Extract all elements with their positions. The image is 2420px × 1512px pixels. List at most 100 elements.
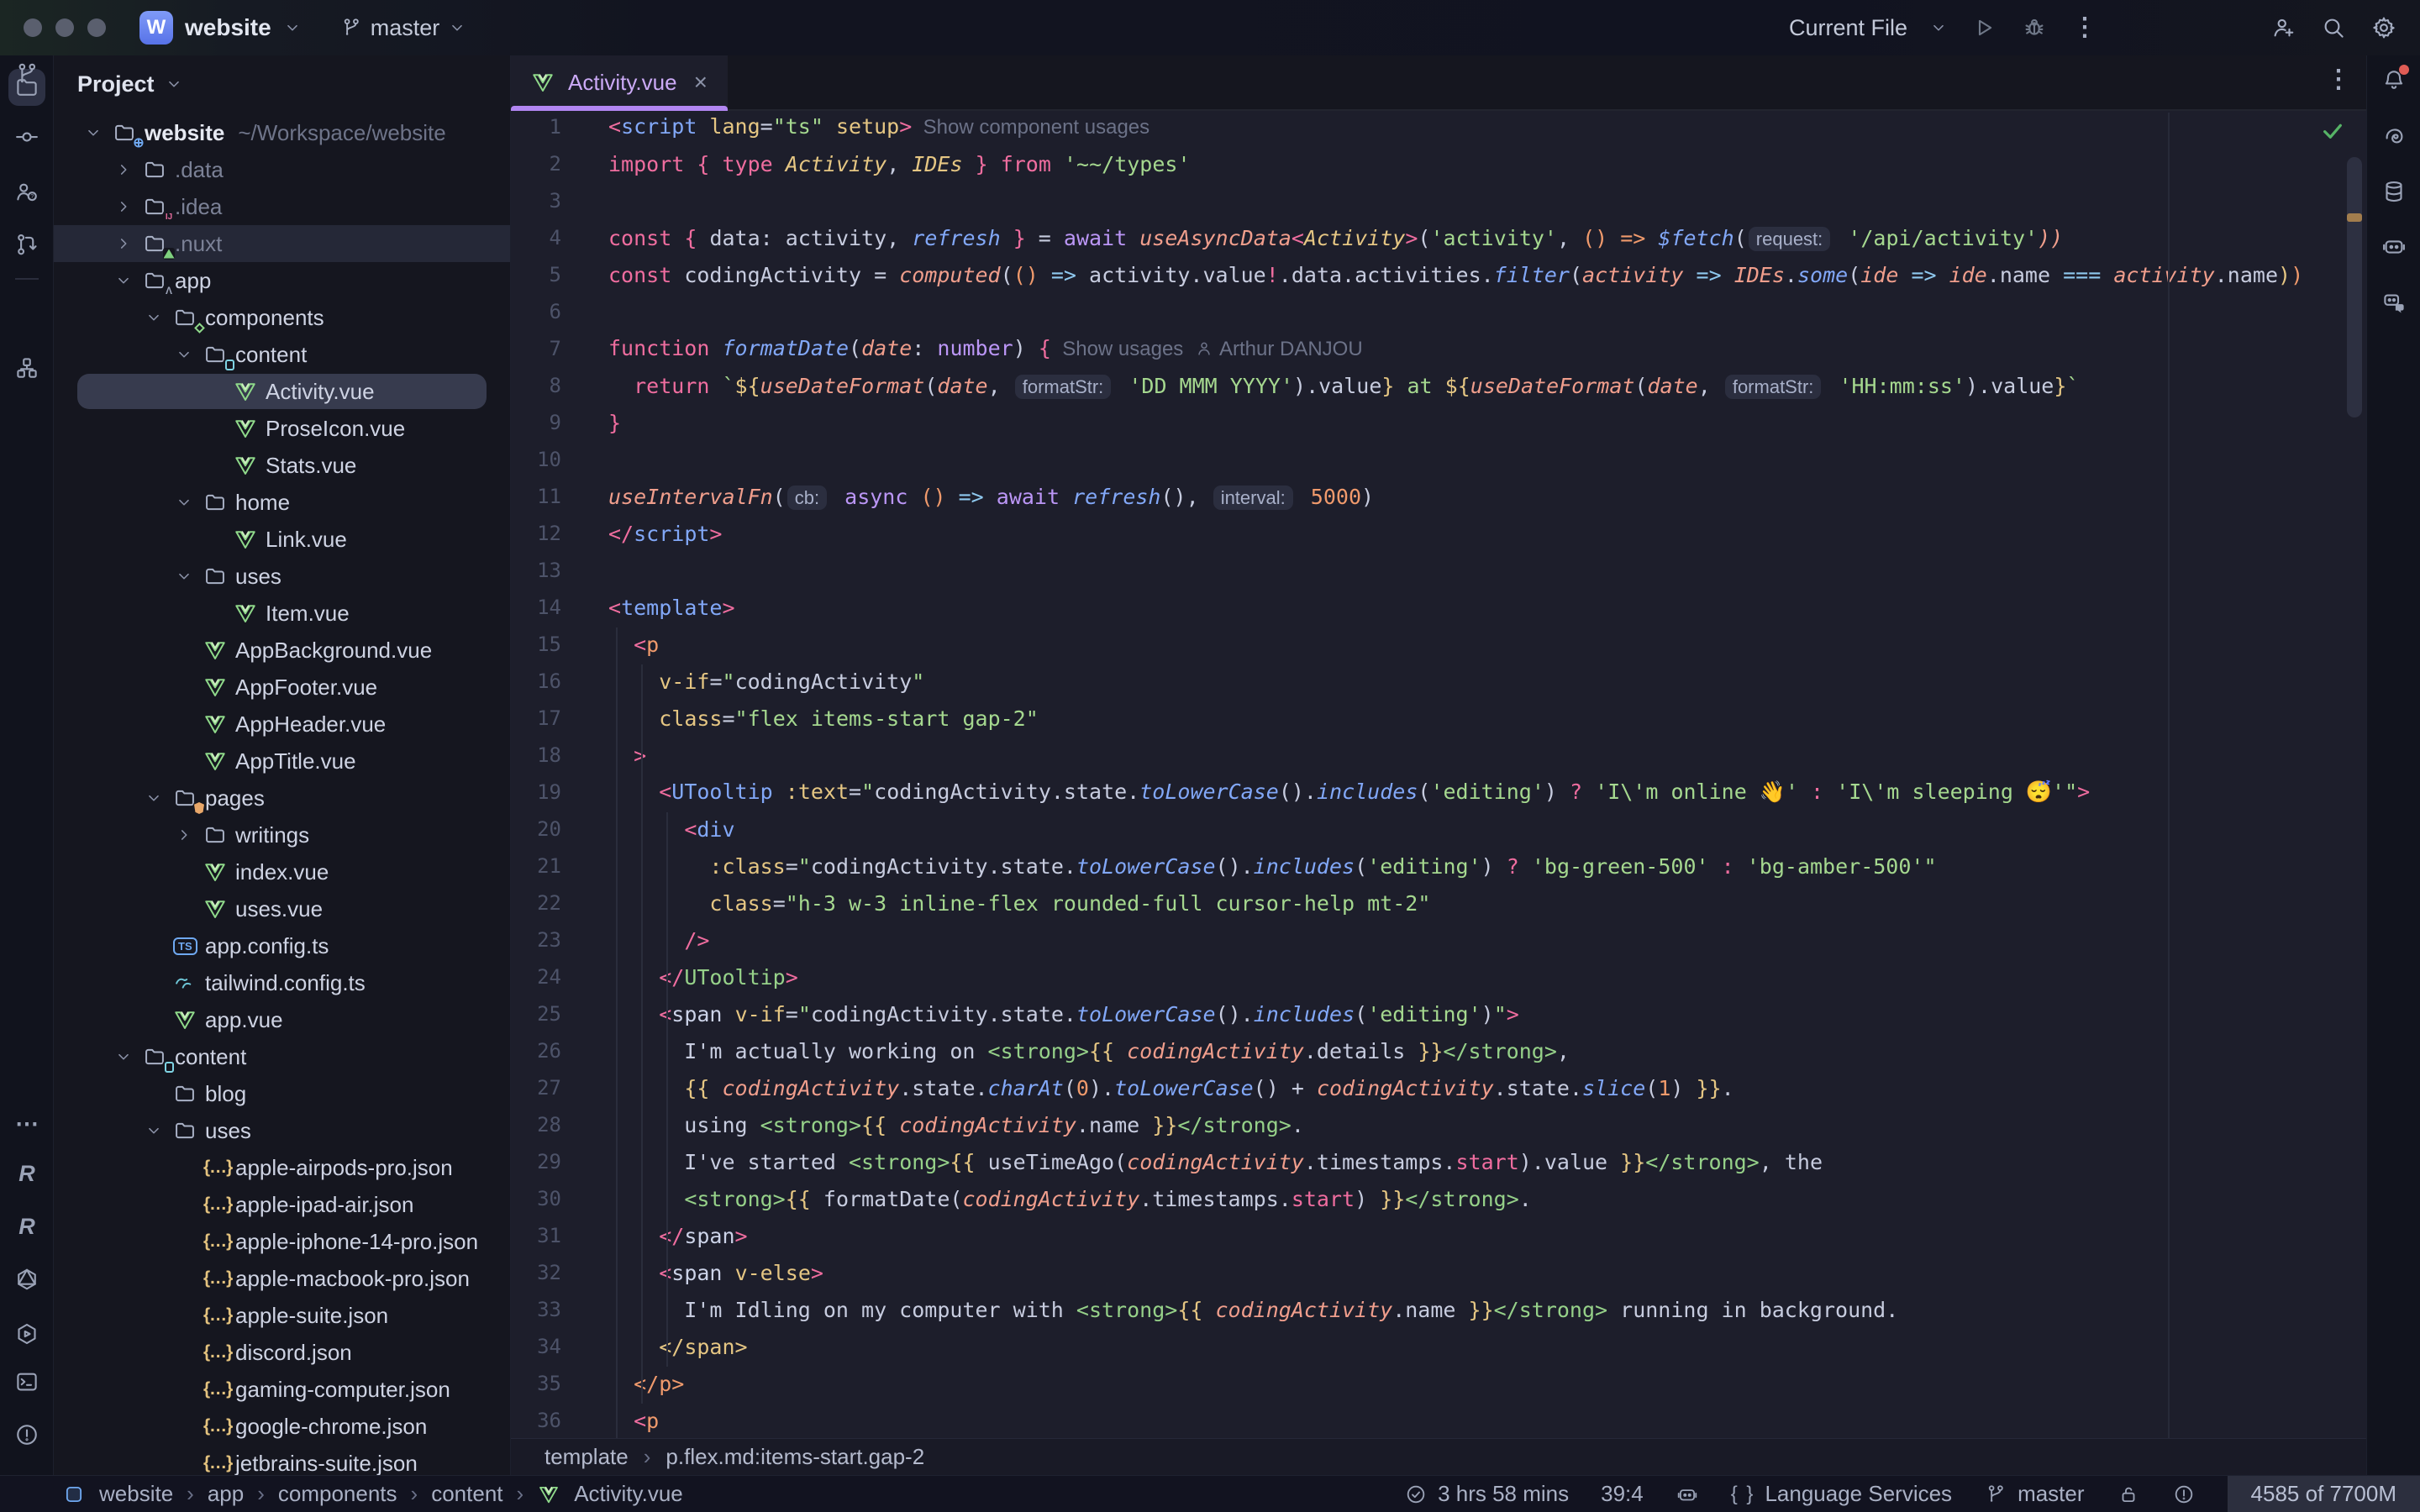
path-segment-activity-vue[interactable]: Activity.vue	[574, 1481, 683, 1507]
code-line-10[interactable]: 10	[511, 441, 2366, 478]
chevron-down-icon[interactable]	[84, 123, 113, 143]
pull-request-icon[interactable]	[8, 226, 45, 263]
code-line-14[interactable]: 14<template>	[511, 589, 2366, 626]
code-line-19[interactable]: 19 <UTooltip :text="codingActivity.state…	[511, 774, 2366, 811]
git-branch-widget[interactable]: master	[1984, 1481, 2084, 1507]
chevron-down-icon[interactable]	[175, 344, 203, 365]
tree-item--data[interactable]: .data	[54, 151, 510, 188]
chevron-down-icon[interactable]	[175, 492, 203, 512]
chevron-right-icon[interactable]	[114, 197, 143, 217]
r-logo-icon[interactable]: R	[8, 1208, 45, 1245]
code-line-34[interactable]: 34 </span>	[511, 1328, 2366, 1365]
editor-breadcrumbs[interactable]: template › p.flex.md:items-start.gap-2	[511, 1438, 2366, 1475]
breadcrumb-template[interactable]: template	[544, 1444, 629, 1470]
code-line-8[interactable]: 8 return `${useDateFormat(date, formatSt…	[511, 367, 2366, 404]
tree-item-discord-json[interactable]: {…}discord.json	[54, 1334, 510, 1371]
tree-item--nuxt[interactable]: .nuxt	[54, 225, 510, 262]
tree-item-blog[interactable]: blog	[54, 1075, 510, 1112]
code-line-20[interactable]: 20 <div	[511, 811, 2366, 848]
code-with-me-icon[interactable]	[2269, 13, 2297, 42]
code-line-32[interactable]: 32 <span v-else>	[511, 1254, 2366, 1291]
debug-icon[interactable]	[2020, 13, 2049, 42]
tree-item-jetbrains-suite-json[interactable]: {…}jetbrains-suite.json	[54, 1445, 510, 1475]
tree-item-stats-vue[interactable]: Stats.vue	[54, 447, 510, 484]
chevron-right-icon[interactable]	[114, 234, 143, 254]
chevron-down-icon[interactable]	[145, 788, 173, 808]
tree-item-appbackground-vue[interactable]: AppBackground.vue	[54, 632, 510, 669]
code-line-17[interactable]: 17 class="flex items-start gap-2"	[511, 700, 2366, 737]
tree-item-content[interactable]: content	[54, 1038, 510, 1075]
hexagon-play-icon[interactable]	[8, 1315, 45, 1352]
editor-scrollbar[interactable]	[2347, 157, 2362, 417]
robot-chat-icon[interactable]	[2375, 283, 2412, 320]
graphql-icon[interactable]	[8, 1261, 45, 1298]
project-widget[interactable]: W website	[139, 11, 302, 45]
tree-item-app-vue[interactable]: app.vue	[54, 1001, 510, 1038]
tree-item-uses-vue[interactable]: uses.vue	[54, 890, 510, 927]
code-line-36[interactable]: 36 <p	[511, 1402, 2366, 1438]
code-line-28[interactable]: 28 using <strong>{{ codingActivity.name …	[511, 1106, 2366, 1143]
editor-options-icon[interactable]: ⋮	[2326, 67, 2351, 92]
chevron-down-icon[interactable]	[175, 566, 203, 586]
code-line-11[interactable]: 11useIntervalFn(cb: async () => await re…	[511, 478, 2366, 515]
code-line-30[interactable]: 30 <strong>{{ formatDate(codingActivity.…	[511, 1180, 2366, 1217]
vcs-branch-widget[interactable]: master	[340, 15, 467, 41]
tab-activity-vue[interactable]: Activity.vue ×	[511, 55, 728, 109]
tree-item-google-chrome-json[interactable]: {…}google-chrome.json	[54, 1408, 510, 1445]
tree-item-writings[interactable]: writings	[54, 816, 510, 853]
chevron-right-icon[interactable]	[114, 160, 143, 180]
ai-robot-icon[interactable]	[1676, 1483, 1699, 1506]
close-icon[interactable]: ×	[694, 69, 708, 96]
tree-item-item-vue[interactable]: Item.vue	[54, 595, 510, 632]
code-line-2[interactable]: 2import { type Activity, IDEs } from '~~…	[511, 145, 2366, 182]
tree-item-components[interactable]: components	[54, 299, 510, 336]
tree-item-content[interactable]: content	[54, 336, 510, 373]
window-zoom-button[interactable]	[87, 18, 106, 37]
code-line-35[interactable]: 35 </p>	[511, 1365, 2366, 1402]
window-controls[interactable]	[24, 18, 106, 37]
code-line-5[interactable]: 5const codingActivity = computed(() => a…	[511, 256, 2366, 293]
tree-item-link-vue[interactable]: Link.vue	[54, 521, 510, 558]
structure-icon[interactable]	[8, 349, 45, 386]
code-line-31[interactable]: 31 </span>	[511, 1217, 2366, 1254]
notifications-icon[interactable]	[2375, 61, 2412, 98]
breadcrumb-element[interactable]: p.flex.md:items-start.gap-2	[666, 1444, 924, 1470]
project-panel-header[interactable]: Project	[54, 55, 510, 113]
tree-item-uses[interactable]: uses	[54, 1112, 510, 1149]
more-icon[interactable]: ⋯	[8, 1105, 45, 1142]
tree-item-index-vue[interactable]: index.vue	[54, 853, 510, 890]
code-line-18[interactable]: 18 >	[511, 737, 2366, 774]
code-line-6[interactable]: 6	[511, 293, 2366, 330]
code-line-29[interactable]: 29 I've started <strong>{{ useTimeAgo(co…	[511, 1143, 2366, 1180]
tree-item-uses[interactable]: uses	[54, 558, 510, 595]
tree-item-apptitle-vue[interactable]: AppTitle.vue	[54, 743, 510, 780]
tree-item-pages[interactable]: pages	[54, 780, 510, 816]
more-actions-icon[interactable]: ⋮	[2070, 13, 2099, 42]
chevron-right-icon[interactable]	[175, 825, 203, 845]
tree-item-website[interactable]: ⊕website~/Workspace/website	[54, 114, 510, 151]
path-segment-content[interactable]: content	[431, 1481, 502, 1507]
code-line-26[interactable]: 26 I'm actually working on <strong>{{ co…	[511, 1032, 2366, 1069]
search-everywhere-icon[interactable]	[2319, 13, 2348, 42]
path-segment-website[interactable]: website	[99, 1481, 173, 1507]
code-line-7[interactable]: 7function formatDate(date: number) { Sho…	[511, 330, 2366, 367]
tree-item-home[interactable]: home	[54, 484, 510, 521]
code-line-16[interactable]: 16 v-if="codingActivity"	[511, 663, 2366, 700]
tree-item-activity-vue[interactable]: Activity.vue	[54, 373, 510, 410]
language-services-widget[interactable]: { } Language Services	[1731, 1481, 1952, 1507]
memory-indicator[interactable]: 4585 of 7700M	[2228, 1476, 2420, 1512]
problems-icon[interactable]	[8, 1416, 45, 1453]
tree-item-appfooter-vue[interactable]: AppFooter.vue	[54, 669, 510, 706]
code-line-4[interactable]: 4const { data: activity, refresh } = awa…	[511, 219, 2366, 256]
tree-item-proseicon-vue[interactable]: ProseIcon.vue	[54, 410, 510, 447]
status-file-path[interactable]: website›app›components›content›Activity.…	[62, 1481, 683, 1507]
tree-item-app[interactable]: Λapp	[54, 262, 510, 299]
run-configuration[interactable]: Current File	[1789, 15, 1907, 41]
chevron-down-icon[interactable]	[1929, 18, 1948, 37]
code-editor[interactable]: 1<script lang="ts" setup> Show component…	[511, 113, 2366, 1438]
r-logo-icon[interactable]: R	[8, 1155, 45, 1192]
tree-item-app-config-ts[interactable]: TSapp.config.ts	[54, 927, 510, 964]
code-line-3[interactable]: 3	[511, 182, 2366, 219]
commit-icon[interactable]	[8, 118, 45, 155]
window-minimize-button[interactable]	[55, 18, 74, 37]
